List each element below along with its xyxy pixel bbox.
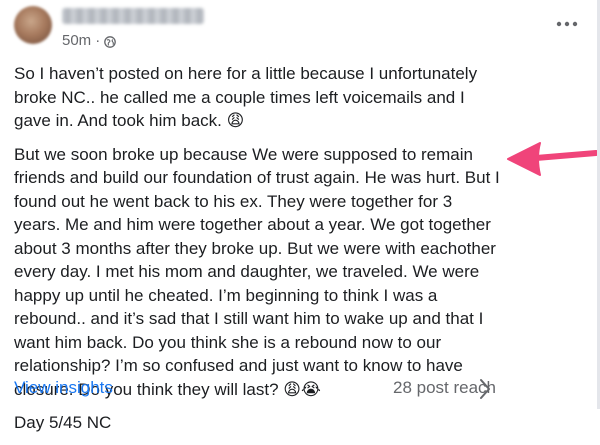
post-card: 50m · So I haven’t posted on here for a … (0, 0, 600, 432)
post-timestamp[interactable]: 50m (62, 32, 91, 49)
post-paragraph-2: But we soon broke up because We were sup… (14, 144, 500, 399)
post-paragraph-3: Day 5/45 NC (14, 413, 112, 432)
view-insights-link[interactable]: View insights (14, 378, 113, 398)
post-meta: 50m · (62, 32, 117, 49)
meta-separator: · (95, 32, 101, 49)
globe-icon[interactable] (104, 35, 117, 48)
chevron-right-icon[interactable] (477, 377, 493, 401)
pink-arrow-icon (507, 142, 598, 176)
more-options-icon[interactable] (554, 14, 580, 34)
post-paragraph-1: So I haven’t posted on here for a little… (14, 64, 478, 130)
author-name-redacted[interactable] (62, 8, 204, 24)
author-avatar[interactable] (14, 6, 52, 44)
